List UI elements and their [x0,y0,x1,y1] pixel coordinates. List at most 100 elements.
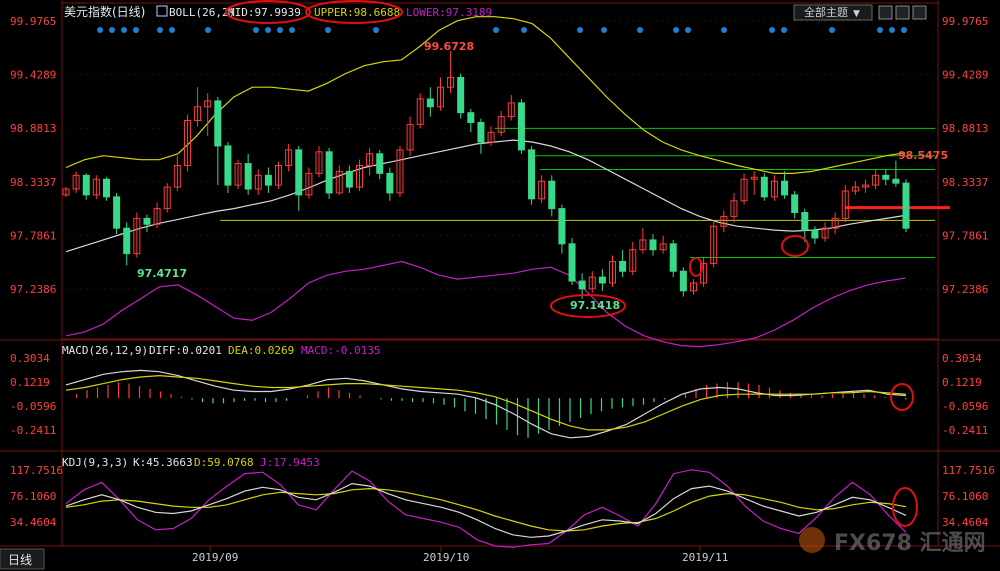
candle-down [619,260,627,272]
event-marker-dot [577,27,583,33]
boll-icon[interactable] [156,5,168,17]
kdj-title: KDJ(9,3,3) [62,456,128,469]
macd-tick-label-left: 0.1219 [10,376,50,389]
macd-tick-label-right: -0.2411 [942,424,988,437]
macd-tick-label-right: 0.1219 [942,376,982,389]
event-marker-dot [109,27,115,33]
candle-down [791,194,799,214]
candle-down [376,153,384,174]
price-tick-label-right: 97.7861 [942,229,988,242]
candle-down [801,212,809,231]
candle-down [426,98,434,108]
macd-tick-label-right: 0.3034 [942,352,982,365]
macd-dea-legend: DEA:0.0269 [228,344,294,357]
candle-down [82,174,90,196]
daily-tab-label: 日线 [8,553,32,567]
event-marker-dot [521,27,527,33]
kdj-k-legend: K:45.3663 [133,456,193,469]
candle-down [528,149,536,200]
price-tick-label-left: 99.4289 [10,69,56,82]
kdj-d-legend: D:59.0768 [194,456,254,469]
watermark-logo: FX678 汇通网 [834,531,986,556]
boll-lower-value: LOWER:97.3189 [406,6,492,19]
candle-down [882,174,890,180]
kdj-k-line [65,482,907,538]
period-label: (日线) [112,5,145,19]
candle-down [295,149,303,196]
price-tick-label-left: 99.9765 [10,15,56,28]
symbol-title: 美元指数 [64,4,112,19]
candle-down [457,76,465,114]
event-marker-dot [253,27,259,33]
macd-tick-label-right: -0.0596 [942,400,988,413]
grid-toggle-icon[interactable] [878,5,893,20]
event-marker-dot [493,27,499,33]
price-tick-label-left: 97.2386 [10,283,56,296]
boll-lower-line [65,260,906,348]
chevron-down-icon: ▼ [853,9,860,19]
event-marker-dot [601,27,607,33]
event-marker-dot [169,27,175,33]
candle-down [548,180,556,210]
price-tick-label-right: 98.3337 [942,176,988,189]
candle-down [477,121,485,143]
kdj-j-legend: J:17.9453 [260,456,320,469]
event-marker-dot [121,27,127,33]
event-marker-dot [829,27,835,33]
candle-down [781,180,789,196]
candle-down [811,229,819,239]
candle-down [578,280,586,290]
candle-down [345,170,353,188]
event-marker-dot [277,27,283,33]
candle-down [264,174,272,186]
chart-canvas: 99.9765 99.9765 99.4289 99.4289 98.8813 98.88… [0,0,1000,570]
kdj-tick-label-left: 34.4604 [10,516,57,529]
price-tick-label-right: 97.2386 [942,283,988,296]
price-tick-label-left: 97.7861 [10,229,56,242]
candle-down [892,178,900,184]
event-marker-dot [637,27,643,33]
candle-down [568,243,576,282]
price-tick-label-right: 99.9765 [942,15,988,28]
annotation-high-9855: 98.5475 [898,149,948,162]
candle-down [649,239,657,251]
candle-down [143,217,151,225]
price-tick-label-right: 98.8813 [942,122,988,135]
candle-down [902,182,910,229]
event-marker-dot [157,27,163,33]
candle-down [386,172,394,194]
event-marker-dot [769,27,775,33]
candle-down [679,270,687,292]
price-tick-label-left: 98.3337 [10,176,56,189]
event-marker-dot [289,27,295,33]
candle-down [244,163,252,190]
kdj-tick-label-right: 76.1060 [942,490,988,503]
x-tick-label: 2019/11 [682,551,728,564]
candle-highlight-ellipse-2 [781,235,809,257]
boll-upper-value: UPPER:98.6688 [314,6,400,19]
candle-down [102,178,110,198]
candle-down [467,112,475,123]
event-marker-dot [889,27,895,33]
boll-upper-line [65,16,906,174]
macd-value-legend: MACD:-0.0135 [301,344,380,357]
candle-down [325,151,333,194]
annotation-low-9747: 97.4717 [137,267,187,280]
x-tick-label: 2019/09 [192,551,238,564]
macd-title: MACD(26,12,9) [62,344,148,357]
boll-mid-line [65,139,906,253]
annotation-low-9714: 97.1418 [570,299,620,312]
window-minimize-icon[interactable] [895,5,910,20]
kdj-tick-label-left: 117.7516 [10,464,63,477]
event-marker-dot [265,27,271,33]
macd-highlight-ellipse [890,383,914,411]
event-marker-dot [781,27,787,33]
event-marker-dot [673,27,679,33]
event-marker-dot [97,27,103,33]
event-marker-dot [685,27,691,33]
price-tick-label-right: 99.4289 [942,69,988,82]
candle-down [669,243,677,272]
window-restore-icon[interactable] [912,5,927,20]
kdj-tick-label-right: 34.4604 [942,516,989,529]
event-marker-dot [205,27,211,33]
